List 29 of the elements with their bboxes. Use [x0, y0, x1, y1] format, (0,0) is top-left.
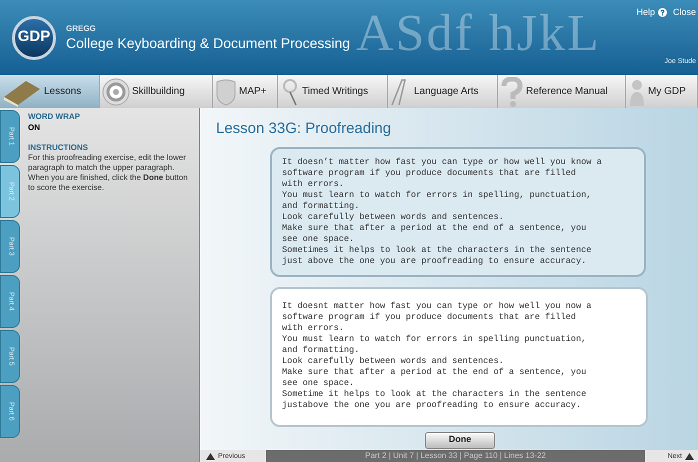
nav-tab[interactable]: MAP+	[213, 75, 278, 108]
help-icon	[658, 8, 667, 18]
app-logo: GDP	[12, 16, 56, 60]
word-wrap-heading: WORD WRAP	[28, 112, 81, 122]
nav-tab[interactable]: Language Arts	[388, 75, 498, 108]
header-letters: ASdf hJkL	[356, 8, 601, 60]
help-button[interactable]: Help	[636, 6, 667, 20]
instructions-text: For this proofreading exercise, edit the lower paragraph to match the upper paragraph. When you are finished, click the Done button to score the exercise.	[28, 153, 189, 193]
lesson-title: Lesson 33G: Proofreading	[216, 119, 392, 139]
word-wrap-status: ON	[28, 123, 41, 133]
nav-tab[interactable]: Lessons	[0, 75, 100, 108]
highway-sign-icon	[215, 78, 237, 106]
arrow-up-icon	[685, 452, 694, 460]
nav-tab[interactable]: My GDP	[626, 75, 698, 108]
close-button[interactable]: Close	[672, 6, 696, 20]
target-icon	[102, 78, 130, 106]
reference-paragraph: It doesn’t matter how fast you can type or how well you know a software program if you produce documents that are filled with errors. You must learn to watch for errors in spelling, punctuation, and formatting. Look carefully between words and sentences. Make sure that after a period at the end of a sentence, you see one space. Sometimes it helps to look at the characters in the sentence just above the one you are proofreading to ensure accuracy.	[270, 146, 646, 276]
app-title: College Keyboarding & Document Processing	[66, 34, 350, 52]
lesson-location: Part 2 | Unit 7 | Lesson 33 | Page 110 | Lines 13-22	[266, 450, 645, 462]
done-button[interactable]: Done	[425, 432, 495, 449]
nav-tab[interactable]: Reference Manual	[498, 75, 626, 108]
question-mark-icon	[500, 76, 524, 106]
nav-tab[interactable]: Timed Writings	[278, 75, 388, 108]
instructions-heading: INSTRUCTIONS	[28, 143, 89, 153]
proofreading-editor[interactable]: It doesnt matter how fast you can type or how well you now a software program if you produce documents that are filled with errors. You must learn to watch for errors in spelling punctuation, and formatting. Look carefully between words and sentences. Make sure that after a period at the end of a sentence, you see one space. Sometime it helps to look at the characters in the sentence justabove the one you are proofreading to ensure accuracy.	[270, 286, 648, 426]
brand-label: GREGG	[66, 22, 97, 35]
arrow-up-icon	[206, 452, 215, 460]
nav-tab[interactable]: Skillbuilding	[100, 75, 213, 108]
person-icon	[628, 78, 646, 106]
